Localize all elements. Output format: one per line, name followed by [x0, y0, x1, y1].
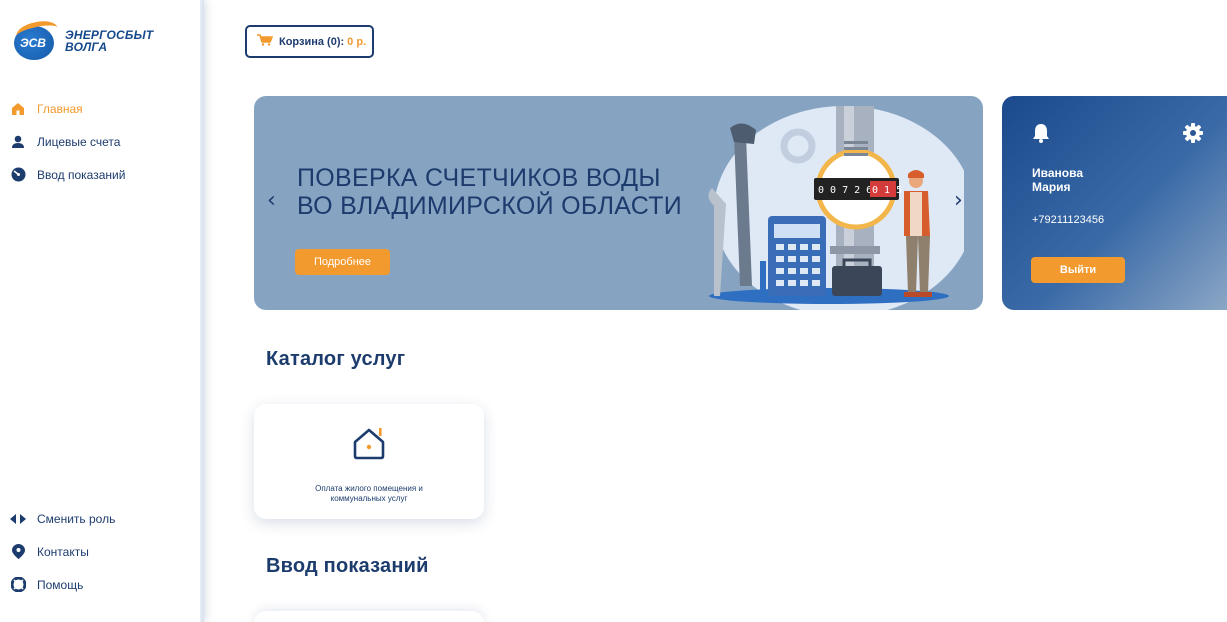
catalog-title: Каталог услуг	[266, 348, 406, 370]
sidebar-item-readings[interactable]: Ввод показаний	[10, 158, 200, 191]
banner-next-arrow[interactable]: ›	[954, 188, 963, 213]
sidebar-item-contacts[interactable]: Контакты	[10, 535, 200, 568]
promo-banner[interactable]: ‹ ПОВЕРКА СЧЕТЧИКОВ ВОДЫ ВО ВЛАДИМИРСКОЙ…	[254, 96, 983, 310]
sidebar-item-label: Помощь	[37, 577, 84, 592]
readings-title: Ввод показаний	[266, 555, 429, 577]
switch-role-icon	[10, 511, 26, 527]
cart-icon	[257, 34, 274, 49]
banner-details-button[interactable]: Подробнее	[295, 249, 390, 275]
logo-text: ЭНЕРГОСБЫТ ВОЛГА	[65, 29, 153, 53]
logo-abbr: ЭСВ	[20, 36, 46, 50]
banner-title-line1: ПОВЕРКА СЧЕТЧИКОВ ВОДЫ	[297, 164, 661, 192]
gear-icon[interactable]	[1183, 123, 1203, 148]
service-card-label-line1: Оплата жилого помещения и	[315, 484, 423, 493]
service-card-label-line2: коммунальных услуг	[330, 494, 408, 503]
profile-card: Иванова Мария +79211123456 Выйти	[1002, 96, 1227, 310]
lifebuoy-icon	[10, 577, 26, 593]
logo-line2: ВОЛГА	[65, 40, 108, 54]
user-icon	[10, 134, 26, 150]
sidebar-item-help[interactable]: Помощь	[10, 568, 200, 601]
user-last-name: Иванова	[1032, 166, 1083, 180]
sidebar-item-label: Контакты	[37, 544, 89, 559]
readings-card[interactable]	[254, 611, 484, 622]
cart-button[interactable]: Корзина (0): 0 р.	[245, 25, 374, 58]
gauge-icon	[10, 167, 26, 183]
location-pin-icon	[10, 544, 26, 560]
sidebar: ЭСВ ЭНЕРГОСБЫТ ВОЛГА Главная Лицевые сче…	[0, 0, 204, 622]
banner-prev-arrow[interactable]: ‹	[267, 188, 276, 213]
cart-price: 0 р.	[347, 35, 367, 48]
app-root: ЭСВ ЭНЕРГОСБЫТ ВОЛГА Главная Лицевые сче…	[0, 0, 1227, 622]
cart-label: Корзина (0):	[279, 35, 345, 48]
sidebar-item-label: Лицевые счета	[37, 134, 121, 149]
water-meter-illustration: 0 0 7 2 6 0 1 5	[708, 106, 964, 310]
logout-button[interactable]: Выйти	[1031, 257, 1125, 283]
sidebar-bottom-nav: Сменить роль Контакты Помощь	[10, 502, 200, 601]
service-card-housing-payment[interactable]: Оплата жилого помещения и коммунальных у…	[254, 404, 484, 519]
user-name: Иванова Мария	[1032, 166, 1083, 194]
logo-badge: ЭСВ	[14, 17, 60, 60]
svg-text:0 1 5: 0 1 5	[872, 185, 902, 196]
service-card-label: Оплата жилого помещения и коммунальных у…	[274, 484, 464, 504]
bell-icon[interactable]	[1032, 123, 1050, 148]
sidebar-item-label: Ввод показаний	[37, 167, 126, 182]
logo[interactable]: ЭСВ ЭНЕРГОСБЫТ ВОЛГА	[14, 17, 153, 60]
banner-title-line2: ВО ВЛАДИМИРСКОЙ ОБЛАСТИ	[297, 192, 683, 220]
banner-title: ПОВЕРКА СЧЕТЧИКОВ ВОДЫ ВО ВЛАДИМИРСКОЙ О…	[297, 164, 682, 220]
sidebar-item-switch-role[interactable]: Сменить роль	[10, 502, 200, 535]
user-first-name: Мария	[1032, 180, 1071, 194]
sidebar-item-home[interactable]: Главная	[10, 92, 200, 125]
meter-digits: 0 0 7 2 6	[818, 185, 872, 196]
sidebar-nav: Главная Лицевые счета Ввод показаний	[10, 92, 200, 191]
sidebar-item-accounts[interactable]: Лицевые счета	[10, 125, 200, 158]
house-icon	[351, 426, 387, 465]
user-phone: +79211123456	[1032, 214, 1105, 226]
home-icon	[10, 101, 26, 117]
sidebar-item-label: Главная	[37, 101, 83, 116]
sidebar-item-label: Сменить роль	[37, 511, 116, 526]
